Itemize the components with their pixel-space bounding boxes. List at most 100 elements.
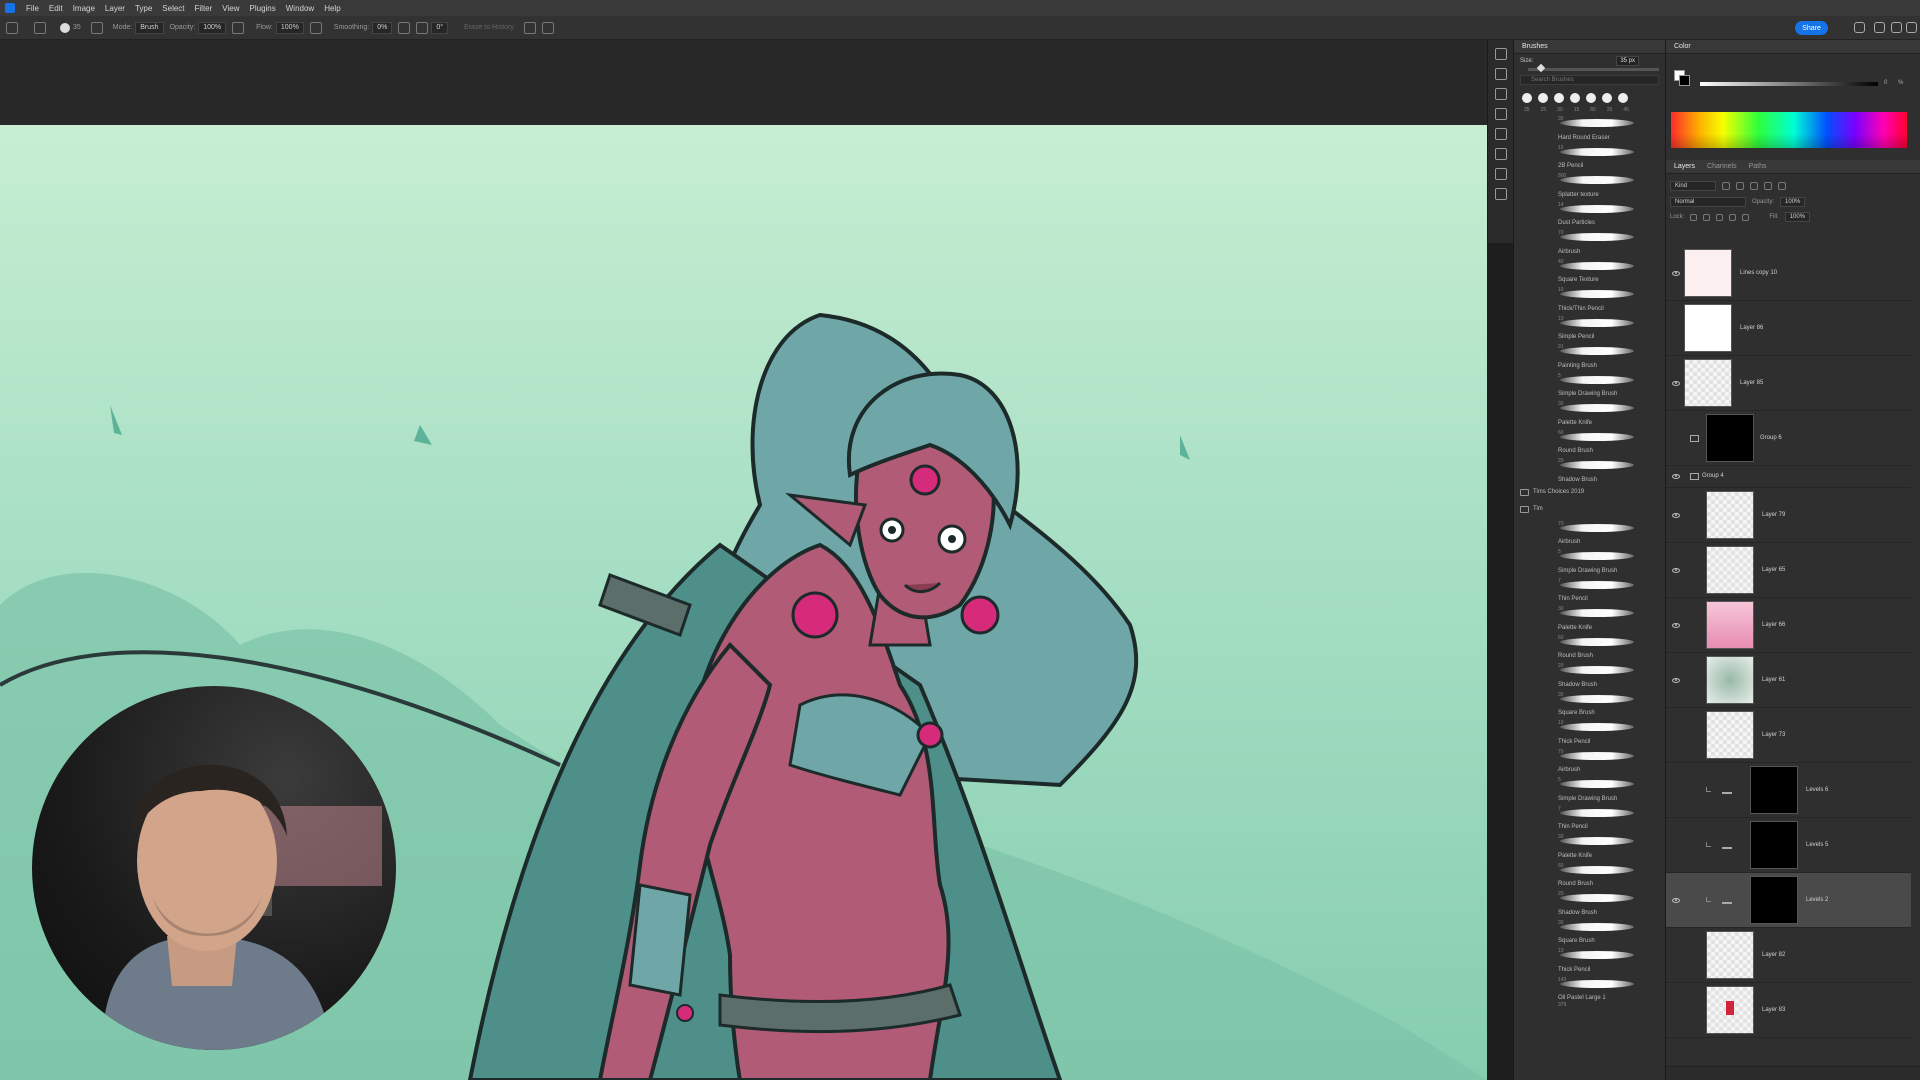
layer-name[interactable]: Group 4 <box>1702 473 1724 479</box>
layer-thumbnail[interactable] <box>1684 249 1732 297</box>
layer-thumbnail[interactable] <box>1706 414 1754 462</box>
brush-preset-item[interactable]: 70 Airbrush <box>1528 227 1665 256</box>
menu-view[interactable]: View <box>217 4 244 13</box>
brush-settings-panel-icon[interactable] <box>1494 108 1507 120</box>
angle-field[interactable]: 0° <box>431 21 449 34</box>
visibility-eye-icon[interactable] <box>1672 567 1680 573</box>
background-color-swatch[interactable] <box>1679 75 1690 86</box>
lock-all-icon[interactable] <box>1742 213 1750 221</box>
visibility-eye-icon[interactable] <box>1672 380 1680 386</box>
layer-thumbnail[interactable] <box>1706 491 1754 539</box>
type-filter-icon[interactable] <box>1750 182 1758 190</box>
recent-brush-dot[interactable] <box>1570 93 1580 103</box>
menu-file[interactable]: File <box>21 4 44 13</box>
menu-type[interactable]: Type <box>130 4 157 13</box>
lock-pixels-icon[interactable] <box>1703 213 1711 221</box>
layer-row[interactable]: Layer 86 <box>1666 301 1911 356</box>
color-spectrum[interactable] <box>1671 112 1907 148</box>
history-icon[interactable] <box>1494 48 1507 60</box>
layer-row[interactable]: Lines copy 10 <box>1666 246 1911 301</box>
lock-position-icon[interactable] <box>1716 213 1724 221</box>
home-icon[interactable] <box>6 21 18 34</box>
brush-preset-item[interactable]: 91 Painting Brush <box>1528 341 1665 370</box>
brush-search-input[interactable]: Search Brushes <box>1520 75 1659 85</box>
canvas[interactable] <box>0 125 1487 1080</box>
tool-presets-icon[interactable] <box>1494 148 1507 160</box>
brush-preset-item[interactable]: 60 Round Brush <box>1528 860 1665 889</box>
libraries-icon[interactable] <box>1494 188 1507 200</box>
menu-select[interactable]: Select <box>157 4 189 13</box>
opacity-field[interactable]: 100% <box>198 21 227 34</box>
layer-name[interactable]: Group 6 <box>1760 435 1782 441</box>
menu-plugins[interactable]: Plugins <box>245 4 281 13</box>
layer-row[interactable]: Layer 79 <box>1666 488 1911 543</box>
size-slider[interactable] <box>1528 63 1659 73</box>
grayscale-slider[interactable] <box>1700 82 1878 86</box>
recent-brush-dot[interactable] <box>1586 93 1596 103</box>
tab-layers[interactable]: Layers <box>1674 163 1695 170</box>
brush-preset-item[interactable]: 40 Square Texture <box>1528 256 1665 285</box>
layer-name[interactable]: Layer 79 <box>1762 512 1785 518</box>
brush-preset-item[interactable]: 10 Thick Pencil <box>1528 717 1665 746</box>
layer-name[interactable]: Layer 82 <box>1762 952 1785 958</box>
visibility-eye-icon[interactable] <box>1672 897 1680 903</box>
menu-help[interactable]: Help <box>319 4 345 13</box>
layer-thumbnail[interactable] <box>1750 821 1798 869</box>
recent-brush-dot[interactable] <box>1538 93 1548 103</box>
adjustment-filter-icon[interactable] <box>1736 182 1744 190</box>
recent-brush-dot[interactable] <box>1522 93 1532 103</box>
layer-group-row[interactable]: Group 6 <box>1666 411 1911 466</box>
notifications-icon[interactable] <box>1854 22 1865 33</box>
visibility-eye-icon[interactable] <box>1672 677 1680 683</box>
layer-group-row[interactable]: Group 4 <box>1666 466 1911 488</box>
discover-icon[interactable] <box>1891 22 1902 33</box>
tab-channels[interactable]: Channels <box>1707 163 1737 170</box>
brush-preset-item[interactable]: 60 Round Brush <box>1528 427 1665 456</box>
layer-name[interactable]: Lines copy 10 <box>1740 270 1777 276</box>
search-icon[interactable] <box>1874 22 1885 33</box>
airbrush-icon[interactable] <box>309 21 322 34</box>
brush-preset-item[interactable]: 5 Simple Drawing Brush <box>1528 370 1665 399</box>
layer-thumbnail[interactable] <box>1706 711 1754 759</box>
fill-field[interactable]: 100% <box>1784 212 1811 222</box>
layer-thumbnail[interactable] <box>1684 304 1732 352</box>
layer-row[interactable]: Layer 73 <box>1666 708 1911 763</box>
layer-row[interactable]: Levels 6 <box>1666 763 1911 818</box>
brush-preset-item[interactable]: 70 Airbrush <box>1528 518 1665 547</box>
actions-play-icon[interactable] <box>1494 68 1507 80</box>
flow-field[interactable]: 100% <box>275 21 304 34</box>
pressure-opacity-icon[interactable] <box>232 21 245 34</box>
blend-mode-select[interactable]: Normal <box>1670 197 1746 207</box>
smoothing-settings-icon[interactable] <box>398 21 411 34</box>
lock-transparency-icon[interactable] <box>1690 213 1698 221</box>
brush-preset-item[interactable]: 5 Simple Drawing Brush <box>1528 774 1665 803</box>
erase-to-history-checkbox[interactable]: Erase to History <box>464 24 514 31</box>
brush-preset-item[interactable]: 10 Thick/Thin Pencil <box>1528 284 1665 313</box>
menu-window[interactable]: Window <box>281 4 319 13</box>
layer-row[interactable]: Layer 82 <box>1666 928 1911 983</box>
info-icon[interactable] <box>1494 88 1507 100</box>
mode-select[interactable]: Brush <box>135 21 164 34</box>
visibility-eye-icon[interactable] <box>1672 622 1680 628</box>
recent-brush-dot[interactable] <box>1602 93 1612 103</box>
menu-layer[interactable]: Layer <box>100 4 130 13</box>
layer-name[interactable]: Layer 61 <box>1762 677 1785 683</box>
layer-name[interactable]: Layer 65 <box>1762 567 1785 573</box>
share-button[interactable]: Share <box>1795 21 1828 35</box>
pixel-filter-icon[interactable] <box>1722 182 1730 190</box>
brush-preset-item[interactable]: 7 Thin Pencil <box>1528 803 1665 832</box>
brush-preset-item[interactable]: 143 Oil Pastel Large 1 <box>1528 974 1665 1003</box>
clone-source-icon[interactable] <box>1494 128 1507 140</box>
layer-thumbnail[interactable] <box>1750 766 1798 814</box>
menu-filter[interactable]: Filter <box>190 4 218 13</box>
layer-row[interactable]: Layer 83 <box>1666 983 1911 1038</box>
layer-name[interactable]: Layer 86 <box>1740 325 1763 331</box>
recent-brush-dot[interactable] <box>1554 93 1564 103</box>
layer-kind-filter[interactable]: Kind <box>1670 181 1716 191</box>
tab-paths[interactable]: Paths <box>1749 163 1767 170</box>
eraser-tool-icon[interactable] <box>34 21 46 34</box>
smoothing-field[interactable]: 0% <box>372 21 393 34</box>
layer-name[interactable]: Levels 6 <box>1806 787 1828 793</box>
brush-preset-item[interactable]: 20 Shadow Brush <box>1528 455 1665 484</box>
brush-preset-item[interactable]: 20 Shadow Brush <box>1528 660 1665 689</box>
